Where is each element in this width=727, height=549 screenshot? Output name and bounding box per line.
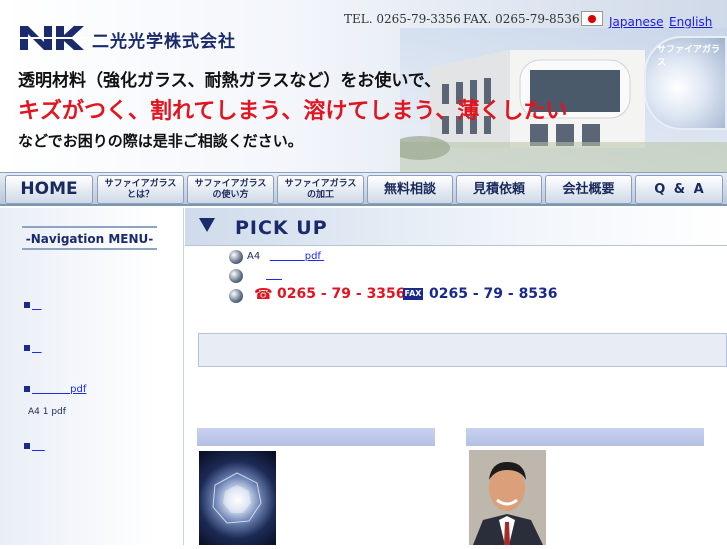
pickup-pdf-link[interactable]: pdf [270,251,324,262]
pickup-item-text [247,270,282,281]
headline-line-3: などでお困りの際は是非ご相談ください。 [18,132,303,150]
pickup-item-prefix: A4 [247,251,261,262]
fax-icon: FAX [403,288,423,300]
header-fax: FAX. 0265-79-8536 [463,12,580,26]
sidebar-item-link[interactable] [32,441,45,452]
main-nav: HOME サファイアガラス とは？ サファイアガラス の使い方 サファイアガラス… [0,172,727,206]
orb-bullet-icon [229,269,243,283]
site-header: 二光光学株式会社 TEL. 0265-79-3356 FAX. 0265-79-… [0,0,727,172]
nav-sapphire-processing[interactable]: サファイアガラス の加工 [277,175,364,204]
column-header-right [466,428,704,446]
sidebar-item-4[interactable] [24,441,45,452]
company-logo[interactable] [18,24,86,52]
sidebar-title-box: -Navigation MENU- [22,226,157,250]
sidebar-item-link[interactable] [32,343,42,354]
square-bullet-icon [24,302,30,308]
president-portrait-photo [469,450,546,545]
nav-free-consultation[interactable]: 無料相談 [367,175,453,204]
pickup-header: PICK UP [185,208,727,246]
notice-box [198,333,727,367]
left-sidebar: -Navigation MENU- pdf A4 1 pdf [0,208,184,545]
nav-sapphire-about[interactable]: サファイアガラス とは？ [97,175,184,204]
japan-flag-icon [581,11,603,26]
sidebar-title: -Navigation MENU- [25,232,154,246]
column-header-left [197,428,435,446]
pickup-item-text: A4 pdf [247,251,324,262]
pdf-link-text[interactable]: pdf [70,384,86,395]
sapphire-crystal-photo [199,451,276,545]
orb-bullet-icon [229,289,243,303]
nav-company-profile[interactable]: 会社概要 [545,175,632,204]
pickup-title: PICK UP [235,217,328,239]
sidebar-item-pdf-link[interactable]: pdf [32,384,86,395]
portrait-shape [469,450,546,545]
square-bullet-icon [24,345,30,351]
nav-label-line-2: の使い方 [212,190,249,200]
header-tel: TEL. 0265-79-3356 [344,12,461,26]
nav-estimate-request[interactable]: 見積依頼 [456,175,542,204]
sidebar-note: A4 1 pdf [28,407,66,417]
pdf-link-text[interactable]: pdf [305,251,321,262]
triangle-down-icon [199,218,215,232]
company-name: 二光光学株式会社 [92,32,236,52]
nav-label-line-2: の加工 [306,190,334,200]
square-bullet-icon [24,443,30,449]
sidebar-item-1[interactable] [24,300,42,311]
pickup-link[interactable] [266,270,282,281]
orb-bullet-icon [229,250,243,264]
sidebar-item-2[interactable] [24,343,42,354]
contact-fax-number: 0265 - 79 - 8536 [429,286,558,302]
nav-label-line-2: とは？ [126,190,154,200]
nav-home[interactable]: HOME [5,175,93,204]
nav-label-line-1: サファイアガラス [284,179,357,189]
language-japanese-link[interactable]: Japanese [609,15,664,29]
language-english-link[interactable]: English [669,15,712,29]
nav-qa[interactable]: Q & A [635,175,723,204]
sidebar-item-link[interactable] [32,300,42,311]
nav-label-line-1: サファイアガラス [194,179,267,189]
sidebar-item-3[interactable]: pdf [24,384,86,395]
nav-label-line-1: サファイアガラス [104,179,177,189]
sapphire-glass-label: サファイアガラス [657,45,721,68]
crystal-shape [212,472,262,524]
nav-sapphire-usage[interactable]: サファイアガラス の使い方 [187,175,274,204]
phone-icon: ☎ [254,285,273,303]
headline-line-2: キズがつく、割れてしまう、溶けてしまう、薄くしたい [18,99,568,124]
contact-tel-number: 0265 - 79 - 3356 [277,286,406,302]
square-bullet-icon [24,386,30,392]
headline-line-1: 透明材料（強化ガラス、耐熱ガラスなど）をお使いで、 [18,71,442,91]
